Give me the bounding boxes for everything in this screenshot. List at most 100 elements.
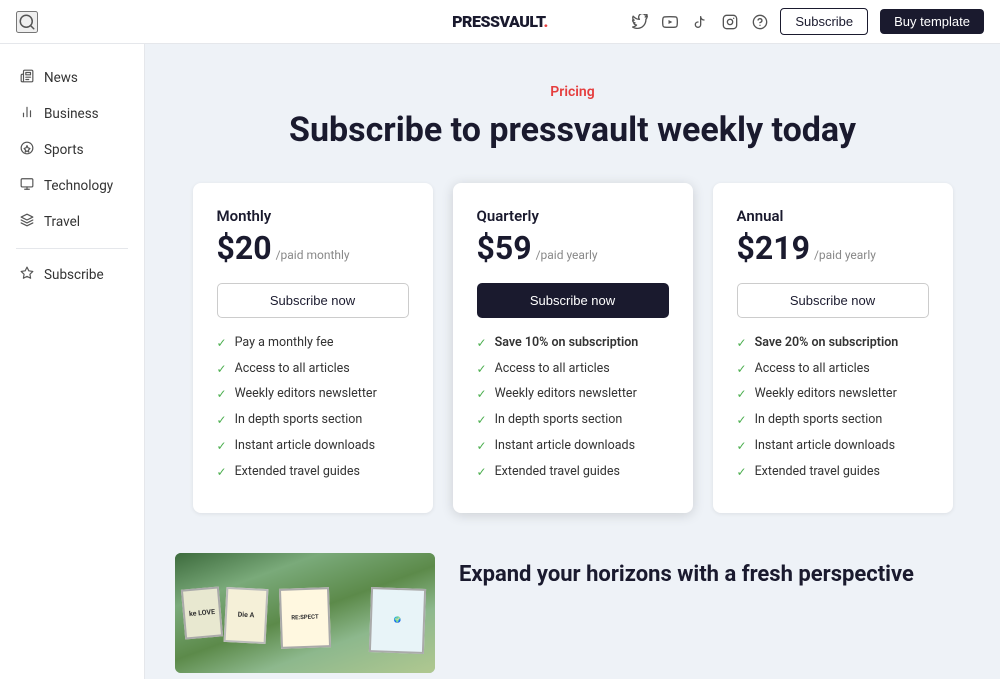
plan-price-row-quarterly: $59 /paid yearly: [477, 229, 669, 267]
feature-list-annual: ✓ Save 20% on subscription ✓ Access to all…: [737, 334, 929, 481]
nav-right: Subscribe Buy template: [632, 8, 984, 35]
subscribe-monthly-button[interactable]: Subscribe now: [217, 283, 409, 318]
sidebar-item-sports[interactable]: Sports: [0, 132, 144, 168]
bottom-section-title: Expand your horizons with a fresh perspe…: [459, 561, 970, 590]
social-icons: [632, 14, 768, 30]
feature-text: Weekly editors newsletter: [755, 385, 897, 403]
check-icon: ✓: [477, 464, 487, 481]
nav-left: [16, 11, 38, 33]
subscribe-icon: [20, 266, 34, 284]
feature-item: ✓ Access to all articles: [217, 360, 409, 378]
feature-text: Extended travel guides: [495, 463, 620, 481]
feature-text: Access to all articles: [235, 360, 350, 378]
logo-container: PRESSVAULT.: [452, 12, 548, 31]
feature-text: Instant article downloads: [755, 437, 895, 455]
feature-item: ✓ Instant article downloads: [737, 437, 929, 455]
feature-text: Access to all articles: [755, 360, 870, 378]
plan-period-monthly: /paid monthly: [276, 248, 350, 262]
feature-text: Instant article downloads: [495, 437, 635, 455]
feature-item: ✓ In depth sports section: [217, 411, 409, 429]
plan-price-row-annual: $219 /paid yearly: [737, 229, 929, 267]
feature-item: ✓ Weekly editors newsletter: [217, 385, 409, 403]
sidebar-divider: [16, 248, 128, 249]
bottom-section: ke LOVE Die A RE:SPECT 🌍 Expand your hor…: [145, 553, 1000, 679]
plan-price-monthly: $20: [217, 229, 272, 267]
help-icon[interactable]: [752, 14, 768, 30]
feature-text: Extended travel guides: [235, 463, 360, 481]
check-icon: ✓: [217, 386, 227, 403]
feature-text: Weekly editors newsletter: [235, 385, 377, 403]
feature-text: Extended travel guides: [755, 463, 880, 481]
feature-item: ✓ Save 10% on subscription: [477, 334, 669, 352]
pricing-card-quarterly: Quarterly $59 /paid yearly Subscribe now…: [453, 183, 693, 513]
sidebar-item-travel[interactable]: Travel: [0, 204, 144, 240]
subscribe-header-button[interactable]: Subscribe: [780, 8, 868, 35]
plan-price-annual: $219: [737, 229, 810, 267]
main-content: Pricing Subscribe to pressvault weekly t…: [145, 44, 1000, 679]
check-icon: ✓: [217, 464, 227, 481]
sidebar-item-business-label: Business: [44, 106, 99, 122]
pricing-title: Subscribe to pressvault weekly today: [175, 110, 970, 151]
feature-text-bold: Save 10% on subscription: [495, 334, 639, 352]
feature-text: In depth sports section: [235, 411, 363, 429]
sidebar-item-technology-label: Technology: [44, 178, 113, 194]
technology-icon: [20, 177, 34, 195]
sidebar-item-news[interactable]: News: [0, 60, 144, 96]
feature-text-bold: Save 20% on subscription: [755, 334, 899, 352]
tiktok-icon[interactable]: [692, 14, 708, 30]
plan-name-annual: Annual: [737, 207, 929, 225]
check-icon: ✓: [477, 361, 487, 378]
feature-list-monthly: ✓ Pay a monthly fee ✓ Access to all articl…: [217, 334, 409, 481]
feature-item: ✓ Weekly editors newsletter: [477, 385, 669, 403]
business-icon: [20, 105, 34, 123]
subscribe-quarterly-button[interactable]: Subscribe now: [477, 283, 669, 318]
sidebar: News Business Sports Technology Travel: [0, 44, 145, 679]
feature-item: ✓ Pay a monthly fee: [217, 334, 409, 352]
youtube-icon[interactable]: [662, 14, 678, 30]
check-icon: ✓: [737, 438, 747, 455]
check-icon: ✓: [217, 412, 227, 429]
sidebar-item-business[interactable]: Business: [0, 96, 144, 132]
check-icon: ✓: [477, 438, 487, 455]
sidebar-item-news-label: News: [44, 70, 78, 86]
feature-text: Weekly editors newsletter: [495, 385, 637, 403]
check-icon: ✓: [477, 386, 487, 403]
plan-period-annual: /paid yearly: [814, 248, 876, 262]
search-button[interactable]: [16, 11, 38, 33]
pricing-label: Pricing: [175, 84, 970, 100]
check-icon: ✓: [477, 335, 487, 352]
feature-item: ✓Instant article downloads: [217, 437, 409, 455]
feature-text: Instant article downloads: [235, 437, 375, 455]
sidebar-item-sports-label: Sports: [44, 142, 84, 158]
buy-template-button[interactable]: Buy template: [880, 9, 984, 34]
feature-text: In depth sports section: [755, 411, 883, 429]
pricing-card-annual: Annual $219 /paid yearly Subscribe now ✓…: [713, 183, 953, 513]
feature-item: ✓ Extended travel guides: [737, 463, 929, 481]
feature-item: ✓ Access to all articles: [737, 360, 929, 378]
twitter-icon[interactable]: [632, 14, 648, 30]
feature-item: ✓ Instant article downloads: [477, 437, 669, 455]
check-icon: ✓: [217, 361, 227, 378]
check-icon: ✓: [737, 361, 747, 378]
feature-text: Access to all articles: [495, 360, 610, 378]
layout: News Business Sports Technology Travel: [0, 44, 1000, 679]
plan-name-monthly: Monthly: [217, 207, 409, 225]
plan-price-row-monthly: $20 /paid monthly: [217, 229, 409, 267]
sports-icon: [20, 141, 34, 159]
instagram-icon[interactable]: [722, 14, 738, 30]
sidebar-item-subscribe[interactable]: Subscribe: [0, 257, 144, 293]
pricing-cards: Monthly $20 /paid monthly Subscribe now …: [175, 183, 970, 513]
check-icon: ✓: [737, 464, 747, 481]
feature-text: In depth sports section: [495, 411, 623, 429]
plan-name-quarterly: Quarterly: [477, 207, 669, 225]
top-nav: PRESSVAULT. Subscribe Buy tem: [0, 0, 1000, 44]
feature-text: Pay a monthly fee: [235, 334, 334, 352]
check-icon: ✓: [217, 335, 227, 352]
travel-icon: [20, 213, 34, 231]
check-icon: ✓: [737, 386, 747, 403]
sidebar-item-technology[interactable]: Technology: [0, 168, 144, 204]
subscribe-annual-button[interactable]: Subscribe now: [737, 283, 929, 318]
bottom-image: ke LOVE Die A RE:SPECT 🌍: [175, 553, 435, 673]
sidebar-item-subscribe-label: Subscribe: [44, 267, 104, 283]
feature-item: ✓In depth sports section: [737, 411, 929, 429]
